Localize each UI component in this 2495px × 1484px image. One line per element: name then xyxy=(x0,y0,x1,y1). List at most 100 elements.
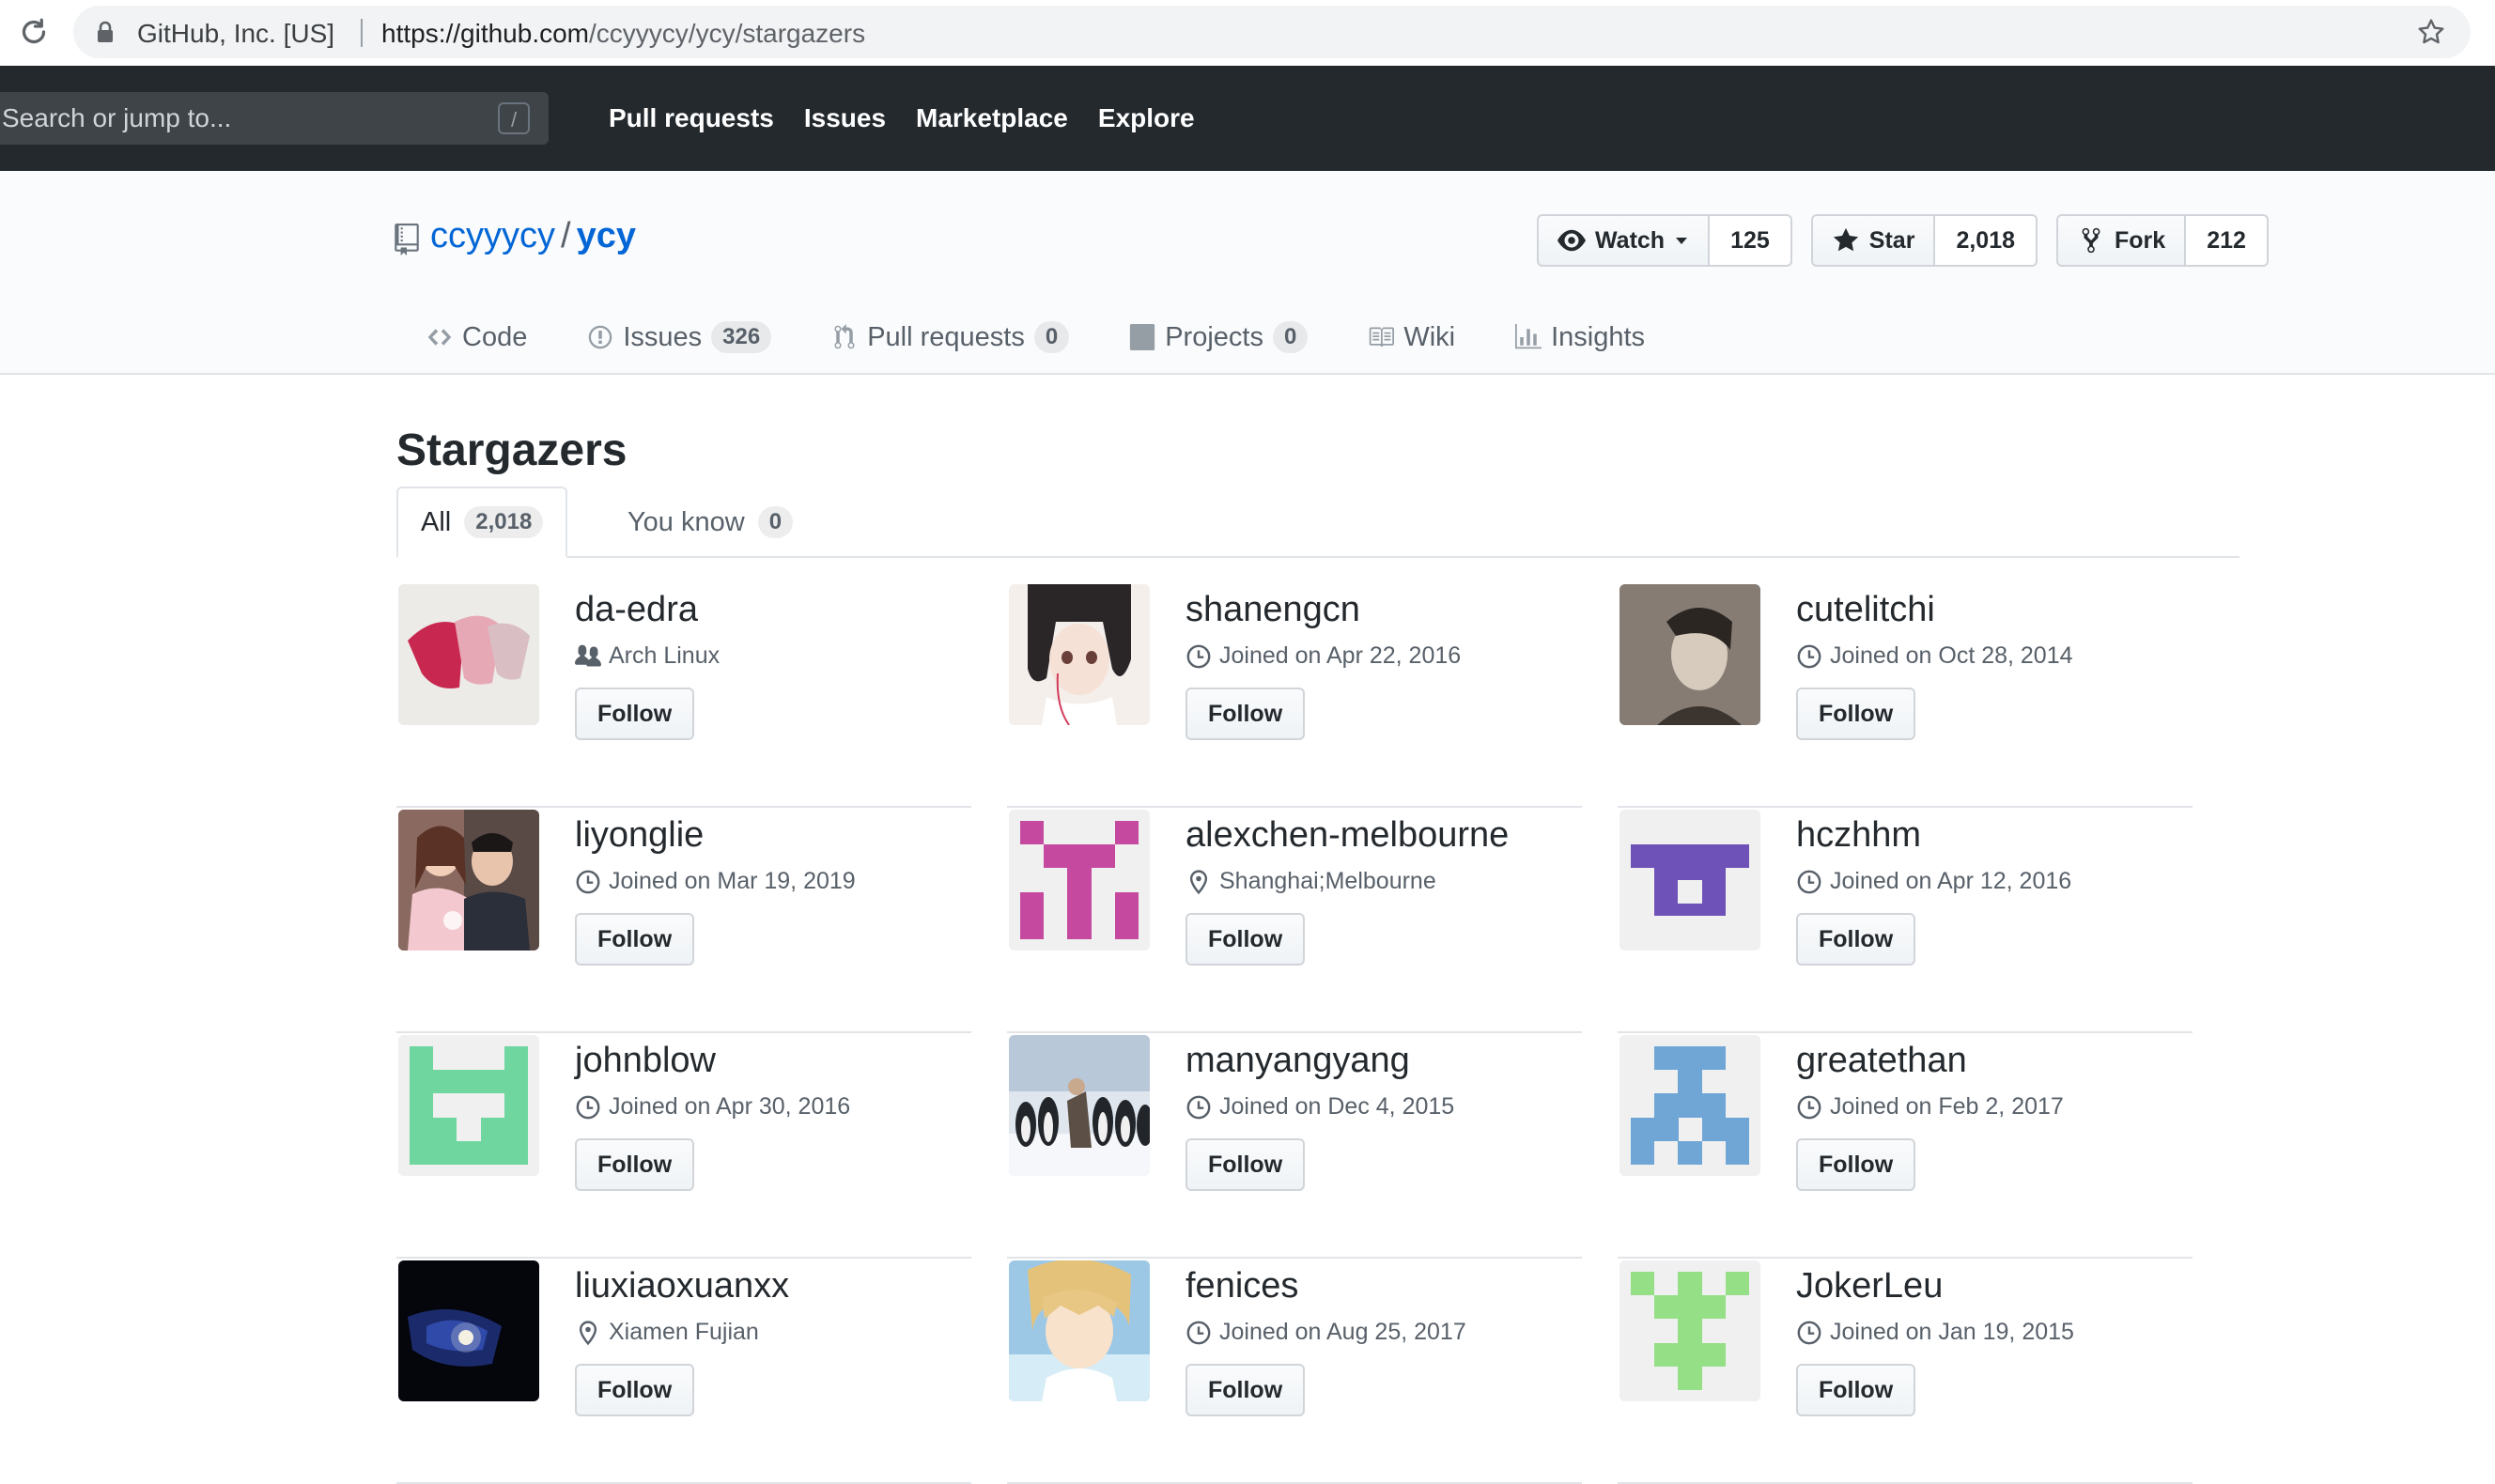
stargazer-name-link[interactable]: johnblow xyxy=(575,1041,716,1081)
avatar[interactable] xyxy=(398,1260,539,1401)
follow-button[interactable]: Follow xyxy=(575,913,695,966)
browser-toolbar: GitHub, Inc. [US] https://github.com/ccy… xyxy=(0,0,2495,67)
nav-marketplace[interactable]: Marketplace xyxy=(916,103,1068,133)
repo-header: ccyyycy / ycy Watch 125 Star 2,018 Fork … xyxy=(0,171,2495,375)
tab-wiki[interactable]: Wiki xyxy=(1368,321,1455,353)
avatar[interactable] xyxy=(1009,584,1150,725)
search-input[interactable] xyxy=(0,92,472,145)
project-icon xyxy=(1130,324,1155,350)
repo-owner-link[interactable]: ccyyycy xyxy=(430,216,555,255)
tab-you-know[interactable]: You know 0 xyxy=(605,487,815,558)
follow-button[interactable]: Follow xyxy=(575,1364,695,1416)
url-host: https://github.com xyxy=(381,19,590,48)
avatar[interactable] xyxy=(398,584,539,725)
tab-pull-requests[interactable]: Pull requests 0 xyxy=(831,321,1070,353)
stargazer-name-link[interactable]: shanengcn xyxy=(1186,590,1360,630)
pull-request-icon xyxy=(834,324,855,349)
fork-button[interactable]: Fork xyxy=(2056,214,2187,267)
stargazer-meta-text: Joined on Aug 25, 2017 xyxy=(1219,1319,1466,1345)
nav-explore[interactable]: Explore xyxy=(1098,103,1195,133)
follow-button[interactable]: Follow xyxy=(1186,688,1306,740)
avatar[interactable] xyxy=(1009,1260,1150,1401)
stargazer-name-link[interactable]: cutelitchi xyxy=(1796,590,1935,630)
avatar-image xyxy=(1009,1035,1150,1176)
tab-you-know-label: You know xyxy=(628,506,745,537)
follow-button[interactable]: Follow xyxy=(1186,1364,1306,1416)
avatar[interactable] xyxy=(398,810,539,951)
repo-separator: / xyxy=(561,216,571,255)
stargazer-meta-text: Joined on Mar 19, 2019 xyxy=(609,868,856,894)
follow-button[interactable]: Follow xyxy=(575,1138,695,1191)
repo-name-link[interactable]: ycy xyxy=(577,216,636,255)
avatar[interactable] xyxy=(1009,810,1150,951)
stargazer-meta: Joined on Aug 25, 2017 xyxy=(1186,1319,1466,1346)
bookmark-star-icon[interactable] xyxy=(2416,17,2446,47)
clock-icon xyxy=(1186,1321,1211,1344)
avatar[interactable] xyxy=(1619,810,1760,951)
follow-button[interactable]: Follow xyxy=(1186,913,1306,966)
stargazer-meta: Joined on Feb 2, 2017 xyxy=(1796,1093,2064,1121)
avatar[interactable] xyxy=(398,1035,539,1176)
tab-all-label: All xyxy=(421,506,452,537)
tab-insights[interactable]: Insights xyxy=(1515,321,1645,353)
stargazer-card: cutelitchi Joined on Oct 28, 2014 Follow xyxy=(1618,582,2193,808)
stargazer-meta-text: Joined on Apr 30, 2016 xyxy=(609,1093,851,1120)
stargazer-meta-text: Shanghai;Melbourne xyxy=(1219,868,1436,894)
follow-button[interactable]: Follow xyxy=(575,688,695,740)
site-identity: GitHub, Inc. [US] xyxy=(137,19,335,48)
star-group: Star 2,018 xyxy=(1810,214,2038,267)
star-button[interactable]: Star xyxy=(1810,214,1936,267)
stargazer-meta-text: Arch Linux xyxy=(609,642,721,669)
fork-count[interactable]: 212 xyxy=(2186,214,2269,267)
avatar[interactable] xyxy=(1619,584,1760,725)
follow-button[interactable]: Follow xyxy=(1796,688,1916,740)
search-box[interactable]: / xyxy=(0,92,549,145)
follow-button[interactable]: Follow xyxy=(1796,1138,1916,1191)
reload-icon[interactable] xyxy=(17,15,51,49)
lock-icon[interactable] xyxy=(96,21,115,43)
stargazer-card: hczhhm Joined on Apr 12, 2016 Follow xyxy=(1618,808,2193,1033)
stargazer-name-link[interactable]: JokerLeu xyxy=(1796,1266,1943,1306)
stargazer-name-link[interactable]: fenices xyxy=(1186,1266,1298,1306)
stargazer-name-link[interactable]: alexchen-melbourne xyxy=(1186,815,1509,856)
slash-shortcut-key: / xyxy=(498,102,530,134)
stargazer-card: fenices Joined on Aug 25, 2017 Follow xyxy=(1007,1259,1582,1484)
follow-button[interactable]: Follow xyxy=(1796,913,1916,966)
nav-issues[interactable]: Issues xyxy=(804,103,886,133)
tab-all[interactable]: All 2,018 xyxy=(396,487,568,558)
avatar-image xyxy=(398,810,539,951)
stargazer-meta-text: Joined on Apr 22, 2016 xyxy=(1219,642,1462,669)
tab-code[interactable]: Code xyxy=(426,321,527,353)
tab-projects[interactable]: Projects 0 xyxy=(1129,321,1309,353)
tab-issues[interactable]: Issues 326 xyxy=(587,321,772,353)
stargazer-name-link[interactable]: greatethan xyxy=(1796,1041,1967,1081)
address-bar[interactable]: GitHub, Inc. [US] https://github.com/ccy… xyxy=(73,6,2471,58)
stargazer-meta-text: Joined on Apr 12, 2016 xyxy=(1830,868,2072,894)
stargazer-meta-text: Joined on Jan 19, 2015 xyxy=(1830,1319,2074,1345)
stargazer-name-link[interactable]: liuxiaoxuanxx xyxy=(575,1266,789,1306)
follow-button[interactable]: Follow xyxy=(1186,1138,1306,1191)
star-count[interactable]: 2,018 xyxy=(1935,214,2038,267)
stargazer-name-link[interactable]: liyonglie xyxy=(575,815,704,856)
avatar-image xyxy=(398,584,539,725)
stargazer-name-link[interactable]: manyangyang xyxy=(1186,1041,1410,1081)
follow-button[interactable]: Follow xyxy=(1796,1364,1916,1416)
avatar-image xyxy=(1619,584,1760,725)
tab-projects-label: Projects xyxy=(1165,321,1263,352)
stargazer-name-link[interactable]: hczhhm xyxy=(1796,815,1921,856)
you-know-counter: 0 xyxy=(757,506,794,538)
nav-pull-requests[interactable]: Pull requests xyxy=(609,103,774,133)
clock-icon xyxy=(1186,644,1211,668)
avatar[interactable] xyxy=(1619,1035,1760,1176)
watch-button[interactable]: Watch xyxy=(1537,214,1711,267)
stargazer-meta: Joined on Jan 19, 2015 xyxy=(1796,1319,2074,1346)
stargazer-name-link[interactable]: da-edra xyxy=(575,590,698,630)
url-text[interactable]: https://github.com/ccyyycy/ycy/stargazer… xyxy=(381,19,865,49)
stargazer-meta: Joined on Apr 22, 2016 xyxy=(1186,642,1461,670)
watch-count[interactable]: 125 xyxy=(1710,214,1792,267)
avatar[interactable] xyxy=(1009,1035,1150,1176)
repo-tabs: Code Issues 326 Pull requests 0 Projects… xyxy=(426,321,1705,353)
issues-counter: 326 xyxy=(711,321,772,353)
fork-label: Fork xyxy=(2115,226,2166,254)
avatar[interactable] xyxy=(1619,1260,1760,1401)
